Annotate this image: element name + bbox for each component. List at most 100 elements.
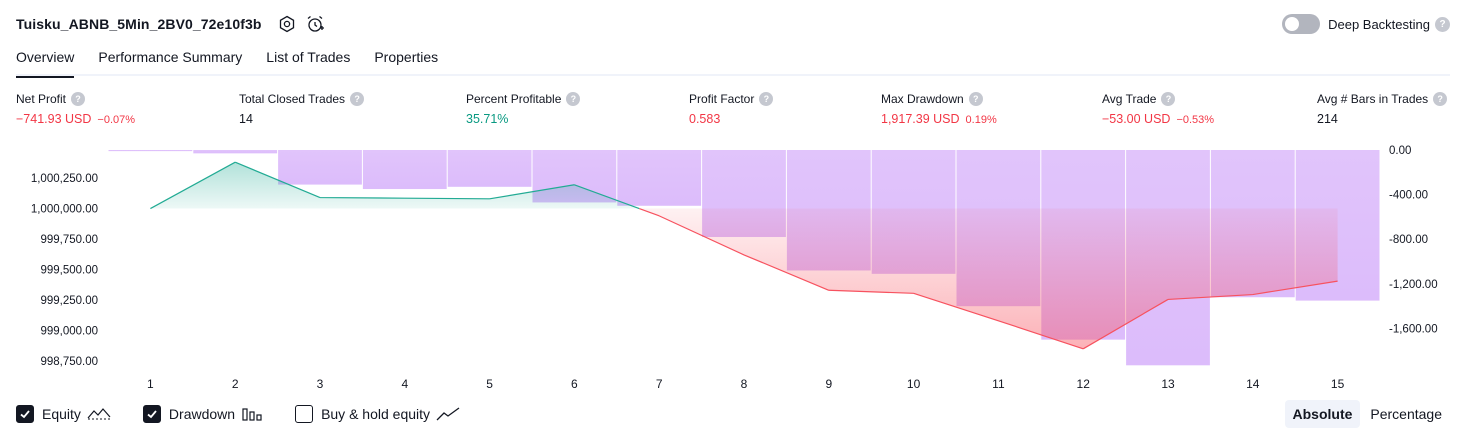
right-axis-tick-label: -800.00	[1389, 234, 1428, 246]
metric-label: Total Closed Trades	[239, 92, 346, 106]
metric-value: 214	[1317, 112, 1338, 126]
value-mode-switch: Absolute Percentage	[1283, 400, 1451, 428]
x-axis-tick-label: 15	[1331, 377, 1345, 390]
metric-max-drawdown: Max Drawdown? 1,917.39 USD 0.19%	[881, 92, 997, 126]
tab-properties[interactable]: Properties	[374, 46, 438, 76]
equity-loss-area	[639, 208, 1338, 349]
metric-value: 14	[239, 112, 253, 126]
help-icon[interactable]: ?	[1161, 92, 1176, 106]
x-axis-tick-label: 6	[571, 377, 578, 390]
metric-avg-trade: Avg Trade? −53.00 USD −0.53%	[1102, 92, 1214, 126]
left-axis-tick-label: 999,000.00	[40, 326, 98, 338]
legend-buy-hold-equity[interactable]: Buy & hold equity	[295, 405, 460, 423]
right-axis-tick-label: -1,600.00	[1389, 323, 1438, 335]
metric-label: Percent Profitable	[466, 92, 562, 106]
tab-list-of-trades[interactable]: List of Trades	[266, 46, 350, 76]
equity-drawdown-chart: 1,000,250.00 1,000,000.00 999,750.00 999,50…	[0, 140, 1466, 391]
x-axis-tick-label: 8	[741, 377, 748, 390]
alarm-clock-add-icon[interactable]	[304, 13, 326, 35]
metric-label: Avg # Bars in Trades	[1317, 92, 1429, 106]
metric-net-profit: Net Profit? −741.93 USD −0.07%	[16, 92, 135, 126]
help-icon[interactable]: ?	[968, 92, 983, 106]
metric-label: Max Drawdown	[881, 92, 964, 106]
drawdown-bar	[617, 150, 702, 206]
help-icon[interactable]: ?	[71, 92, 86, 106]
drawdown-bar	[193, 150, 278, 154]
x-axis-tick-label: 14	[1246, 377, 1260, 390]
x-axis-tick-label: 12	[1077, 377, 1091, 390]
drawdown-bar	[362, 150, 447, 190]
buy-hold-checkbox[interactable]	[295, 405, 314, 423]
left-axis-tick-label: 998,750.00	[40, 356, 98, 368]
x-axis-tick-label: 9	[825, 377, 832, 390]
chart-legend: Equity Drawdown Buy & hold equity	[16, 402, 492, 426]
x-axis-tick-label: 5	[486, 377, 493, 390]
metric-value: −53.00 USD	[1102, 112, 1171, 126]
buy-hold-line-icon	[436, 407, 460, 421]
help-icon[interactable]: ?	[759, 92, 774, 106]
left-axis-tick-label: 999,500.00	[40, 265, 98, 277]
left-axis: 1,000,250.00 1,000,000.00 999,750.00 999,50…	[31, 173, 98, 368]
right-axis-tick-label: 0.00	[1389, 145, 1411, 157]
percentage-button[interactable]: Percentage	[1362, 400, 1450, 428]
metric-label: Net Profit	[16, 92, 67, 106]
tab-overview[interactable]: Overview	[16, 46, 75, 78]
legend-equity[interactable]: Equity	[16, 405, 111, 423]
drawdown-bars-icon	[242, 408, 262, 421]
metric-profit-factor: Profit Factor? 0.583	[689, 92, 774, 126]
metric-label: Profit Factor	[689, 92, 755, 106]
absolute-button[interactable]: Absolute	[1284, 400, 1361, 428]
x-axis-tick-label: 2	[232, 377, 239, 390]
drawdown-bar	[447, 150, 532, 187]
help-icon[interactable]: ?	[1435, 16, 1450, 32]
tab-bar: Overview Performance Summary List of Tra…	[16, 46, 1450, 78]
left-axis-tick-label: 1,000,000.00	[31, 204, 98, 216]
x-axis-tick-label: 11	[992, 377, 1005, 390]
legend-label: Buy & hold equity	[321, 406, 431, 422]
gear-icon[interactable]	[276, 13, 298, 35]
deep-backtesting-label: Deep Backtesting	[1328, 16, 1430, 32]
x-axis-tick-label: 4	[401, 377, 408, 390]
metric-label: Avg Trade	[1102, 92, 1157, 106]
metric-avg-bars-in-trades: Avg # Bars in Trades? 214	[1317, 92, 1448, 126]
deep-backtesting-control: Deep Backtesting ?	[1282, 14, 1450, 34]
metric-value: −741.93 USD	[16, 112, 92, 126]
strategy-header: Tuisku_ABNB_5Min_2BV0_72e10f3b Deep Back…	[16, 12, 1450, 36]
metric-percent: −0.07%	[97, 114, 136, 126]
x-axis-tick-label: 1	[147, 377, 154, 390]
chart-canvas: 1,000,250.00 1,000,000.00 999,750.00 999,50…	[31, 145, 1438, 391]
metric-value: 35.71%	[466, 112, 509, 126]
left-axis-tick-label: 999,250.00	[40, 295, 98, 307]
equity-checkbox[interactable]	[16, 405, 34, 423]
drawdown-bar	[278, 150, 362, 185]
equity-line-icon	[87, 408, 111, 420]
metric-value: 0.583	[689, 112, 721, 126]
metric-percent: 0.19%	[965, 114, 997, 126]
deep-backtesting-toggle[interactable]	[1282, 14, 1321, 34]
x-axis-tick-label: 10	[907, 377, 921, 390]
legend-label: Drawdown	[168, 406, 236, 422]
metric-percent-profitable: Percent Profitable? 35.71%	[466, 92, 581, 126]
right-axis-tick-label: -400.00	[1389, 190, 1428, 202]
x-axis-tick-label: 3	[317, 377, 324, 390]
x-axis-tick-label: 7	[656, 377, 663, 390]
strategy-name: Tuisku_ABNB_5Min_2BV0_72e10f3b	[16, 16, 262, 32]
legend-drawdown[interactable]: Drawdown	[142, 405, 263, 423]
drawdown-bar	[108, 150, 193, 152]
left-axis-tick-label: 1,000,250.00	[31, 173, 98, 185]
metric-total-closed-trades: Total Closed Trades? 14	[239, 92, 365, 126]
help-icon[interactable]: ?	[566, 92, 581, 106]
left-axis-tick-label: 999,750.00	[40, 234, 98, 246]
tab-performance-summary[interactable]: Performance Summary	[98, 46, 242, 76]
help-icon[interactable]: ?	[350, 92, 365, 106]
metrics-row: Net Profit? −741.93 USD −0.07% Total Clos…	[0, 92, 1466, 132]
x-axis: 1 2 3 4 5 6 7 8 9 10 11 12 13 14 15	[147, 377, 1345, 391]
x-axis-tick-label: 13	[1161, 377, 1175, 390]
drawdown-checkbox[interactable]	[142, 405, 161, 423]
help-icon[interactable]: ?	[1433, 92, 1448, 106]
metric-value: 1,917.39 USD	[881, 112, 960, 126]
metric-percent: −0.53%	[1176, 114, 1215, 126]
right-axis-tick-label: -1,200.00	[1389, 279, 1438, 291]
legend-label: Equity	[42, 406, 81, 422]
right-axis: 0.00 -400.00 -800.00 -1,200.00 -1,600.00	[1389, 145, 1438, 335]
